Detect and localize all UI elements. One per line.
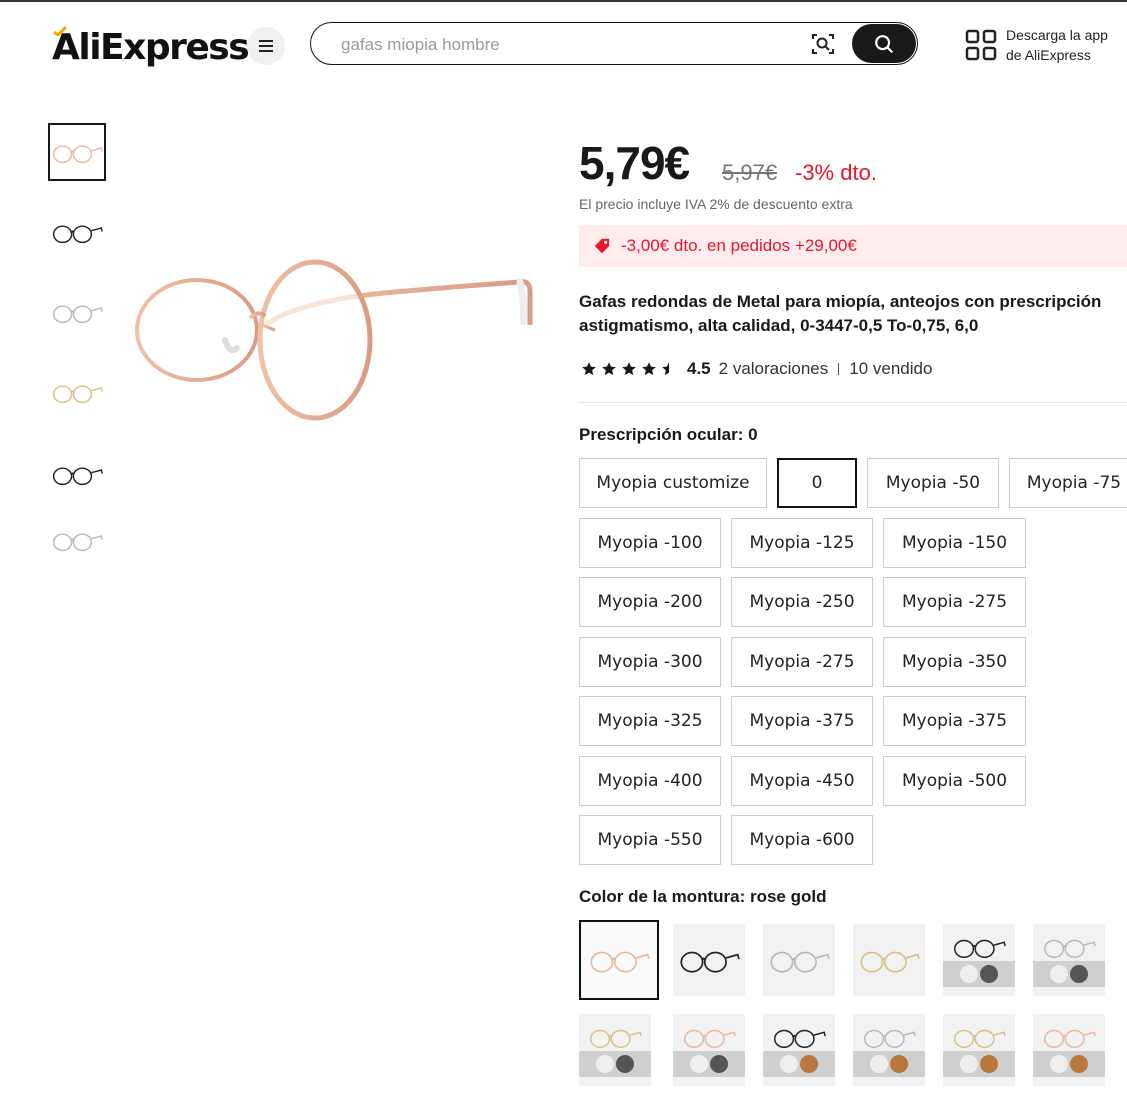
prescription-option[interactable]: Myopia -275 (883, 577, 1026, 627)
frame-color-swatch[interactable] (943, 1014, 1015, 1086)
aliexpress-logo[interactable]: AliExpress (52, 24, 250, 70)
lens-preview (579, 1051, 651, 1077)
prescription-option[interactable]: Myopia -275 (731, 637, 873, 687)
star-icon (622, 362, 636, 376)
prescription-option[interactable]: Myopia -350 (883, 637, 1026, 687)
prescription-option[interactable]: Myopia -250 (731, 577, 873, 627)
current-price: 5,79€ (579, 137, 690, 189)
search-input[interactable] (339, 32, 783, 58)
search-icon (875, 34, 894, 53)
frame-color-label: Color de la montura: rose gold (579, 887, 827, 906)
frame-color-swatch[interactable] (579, 920, 659, 1000)
lens-preview (1033, 961, 1105, 987)
product-title: Gafas redondas de Metal para miopía, ant… (579, 290, 1127, 338)
star-icon (582, 362, 596, 376)
reviews-link[interactable]: 2 valoraciones (719, 359, 829, 379)
frame-color-swatch[interactable] (1033, 1014, 1105, 1086)
frame-color-swatch[interactable] (673, 1014, 745, 1086)
gallery-thumbnail[interactable] (48, 445, 106, 503)
rating-row: 4.5 2 valoraciones 10 vendido (581, 358, 932, 380)
gallery-thumbnail[interactable] (48, 511, 106, 569)
frame-color-swatch[interactable] (763, 1014, 835, 1086)
app-line-2: de AliExpress (1006, 47, 1091, 63)
prescription-option[interactable]: Myopia -550 (579, 815, 721, 865)
menu-button[interactable] (247, 27, 285, 65)
prescription-option[interactable]: Myopia -600 (731, 815, 873, 865)
lens-preview (673, 1051, 745, 1077)
hamburger-icon (259, 45, 273, 47)
lens-preview (763, 1051, 835, 1077)
prescription-option[interactable]: Myopia -375 (731, 696, 873, 746)
original-price: 5,97€ (722, 160, 778, 185)
prescription-option[interactable]: 0 (777, 458, 857, 508)
coupon-text: -3,00€ dto. en pedidos +29,00€ (621, 236, 857, 255)
frame-color-swatch[interactable] (763, 924, 835, 996)
prescription-option[interactable]: Myopia -325 (579, 696, 721, 746)
star-icon (602, 362, 616, 376)
lens-preview (1033, 1051, 1105, 1077)
logo-text: AliExpress (52, 26, 250, 68)
app-line-1: Descarga la app (1006, 27, 1108, 43)
gallery-thumbnail[interactable] (48, 123, 106, 181)
section-divider (579, 402, 1127, 403)
rating-value: 4.5 (687, 359, 711, 378)
prescription-option[interactable]: Myopia -125 (731, 518, 873, 568)
prescription-option[interactable]: Myopia customize (579, 458, 767, 508)
prescription-option[interactable]: Myopia -100 (579, 518, 721, 568)
lens-preview (943, 961, 1015, 987)
gallery-thumbnail[interactable] (48, 363, 106, 421)
sold-count: 10 vendido (849, 359, 933, 378)
prescription-option[interactable]: Myopia -400 (579, 756, 721, 806)
title-line-1: Gafas redondas de Metal para miopía, ant… (579, 292, 1102, 311)
vat-note: El precio incluye IVA 2% de descuento ex… (579, 196, 853, 212)
lens-preview (853, 1051, 925, 1077)
lens-preview (943, 1051, 1015, 1077)
prescription-option[interactable]: Myopia -450 (731, 756, 873, 806)
prescription-option[interactable]: Myopia -150 (883, 518, 1026, 568)
logo-accent-icon (53, 26, 67, 36)
prescription-option[interactable]: Myopia -200 (579, 577, 721, 627)
frame-color-swatch[interactable] (579, 1014, 651, 1086)
divider (838, 363, 840, 375)
discount-label: -3% dto. (795, 160, 877, 185)
prescription-label: Prescripción ocular: 0 (579, 425, 758, 444)
download-app-link[interactable]: Descarga la app de AliExpress (1006, 25, 1108, 65)
frame-color-swatch[interactable] (1033, 924, 1105, 996)
title-line-2: astigmatismo, alta calidad, 0-3447-0,5 T… (579, 316, 979, 335)
gallery-thumbnail[interactable] (48, 283, 106, 341)
frame-color-swatch[interactable] (673, 924, 745, 996)
prescription-option[interactable]: Myopia -300 (579, 637, 721, 687)
top-border (0, 0, 1127, 2)
frame-color-swatch[interactable] (853, 924, 925, 996)
frame-color-swatch[interactable] (853, 1014, 925, 1086)
star-rating (581, 361, 677, 377)
prescription-option[interactable]: Myopia -50 (867, 458, 999, 508)
main-product-image[interactable] (125, 230, 545, 440)
image-search-icon[interactable] (811, 32, 835, 56)
prescription-option[interactable]: Myopia -375 (883, 696, 1026, 746)
star-icon (662, 362, 676, 376)
search-bar (310, 22, 918, 65)
gallery-thumbnail[interactable] (48, 203, 106, 261)
coupon-banner[interactable]: -3,00€ dto. en pedidos +29,00€ (579, 225, 1127, 267)
qr-code-icon[interactable] (965, 29, 997, 61)
tag-icon (594, 238, 610, 254)
search-button[interactable] (852, 24, 916, 63)
prescription-option[interactable]: Myopia -75 (1009, 458, 1127, 508)
prescription-option[interactable]: Myopia -500 (883, 756, 1026, 806)
star-icon (642, 362, 656, 376)
frame-color-swatch[interactable] (943, 924, 1015, 996)
